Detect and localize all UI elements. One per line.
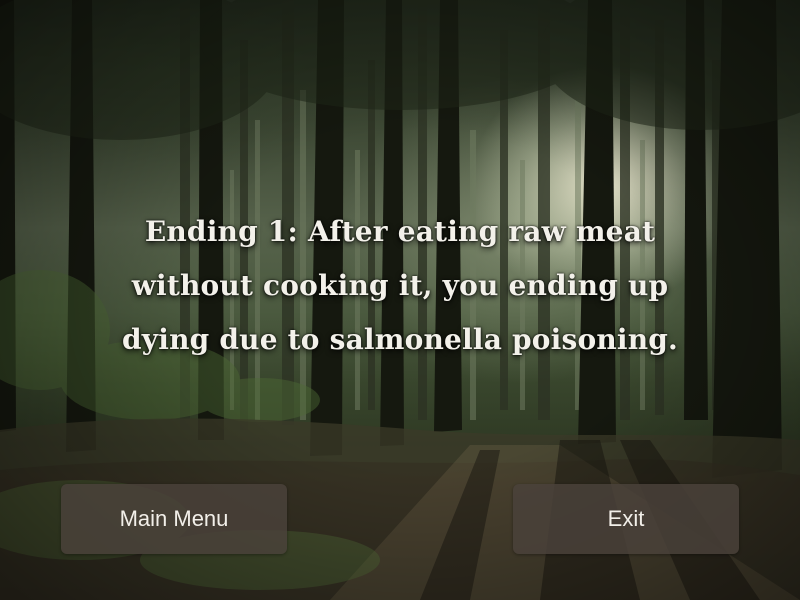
game-ending-screen: Ending 1: After eating raw meat without … <box>0 0 800 600</box>
main-menu-button[interactable]: Main Menu <box>61 484 287 554</box>
exit-button[interactable]: Exit <box>513 484 739 554</box>
ending-message: Ending 1: After eating raw meat without … <box>121 215 678 356</box>
